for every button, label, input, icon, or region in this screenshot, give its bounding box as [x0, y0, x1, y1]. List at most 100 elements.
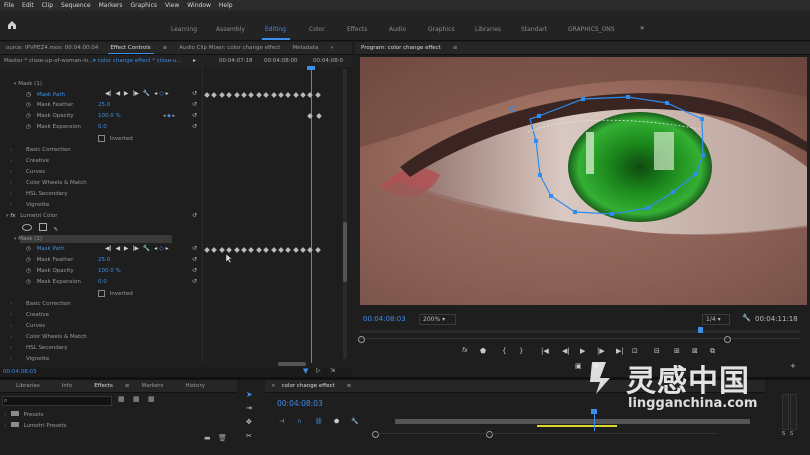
tabs-overflow-icon[interactable]: »	[324, 45, 339, 51]
menu-item-window[interactable]: Window	[183, 2, 215, 9]
keyframe-diamond[interactable]	[218, 92, 225, 98]
lumetri-section-hsl-secondary[interactable]: › HSL Secondary	[10, 345, 68, 351]
lumetri-section-hsl-secondary[interactable]: › HSL Secondary	[10, 191, 68, 197]
solo-right-label[interactable]: S	[790, 431, 793, 437]
workspace-graphics-ons[interactable]: GRAPHICS_ONS	[568, 26, 615, 33]
tab-metadata[interactable]: Metadata	[286, 45, 324, 51]
keyframe-nav-icon[interactable]: ◂	[154, 245, 157, 252]
workspace-standart[interactable]: Standart	[521, 26, 547, 33]
expand-chevron-icon[interactable]: ›	[10, 180, 12, 186]
menu-item-help[interactable]: Help	[215, 2, 237, 9]
program-mini-timeline[interactable]	[360, 330, 800, 333]
track-back-frame-icon[interactable]: ◀	[115, 245, 120, 252]
lumetri-section-creative[interactable]: › Creative	[10, 158, 49, 164]
track-backward-icon[interactable]: ◀|	[105, 245, 112, 252]
track-forward-frame-icon[interactable]: ▶	[124, 90, 129, 97]
tab-libraries[interactable]: Libraries	[0, 383, 46, 389]
keyframe-diamond[interactable]	[292, 92, 299, 98]
expand-chevron-icon[interactable]: ›	[4, 423, 6, 429]
mask1-feather-value[interactable]: 25.0	[98, 102, 110, 108]
mask2-feather-value[interactable]: 25.0	[98, 257, 110, 263]
lumetri-section-color-wheels-match[interactable]: › Color Wheels & Match	[10, 180, 87, 186]
play-audio-icon[interactable]: ▷	[316, 367, 321, 374]
zoom-select[interactable]: 200% ▾	[419, 314, 457, 325]
mask2-header[interactable]: ▾ Mask (1)	[14, 236, 42, 242]
stopwatch-icon[interactable]: ◷	[26, 268, 31, 274]
effects-item-presets[interactable]: › Presets	[4, 411, 44, 418]
mask1-expansion-value[interactable]: 0.0	[98, 124, 107, 130]
lumetri-section-vignette[interactable]: › Vignette	[10, 356, 49, 362]
lumetri-section-curves[interactable]: › Curves	[10, 323, 45, 329]
ec-vertical-scrollbar[interactable]	[343, 69, 347, 359]
reset-icon[interactable]: ↺	[192, 101, 197, 108]
master-clip-label[interactable]: Master * close-up-of-woman-in...	[4, 58, 94, 64]
mask1-opacity-keyframe-nav[interactable]: ◂ ◆ ▸	[163, 113, 175, 119]
resolution-select[interactable]: 1/4 ▾	[702, 314, 730, 325]
filter-icon[interactable]: ▼	[303, 367, 308, 375]
lumetri-section-curves[interactable]: › Curves	[10, 169, 45, 175]
reset-icon[interactable]: ↺	[192, 278, 197, 285]
inverted-checkbox[interactable]	[98, 290, 105, 297]
lift-icon[interactable]: ⊟	[654, 347, 660, 355]
insert-icon[interactable]: ⊡	[632, 347, 638, 355]
loop-icon[interactable]: ⇲	[330, 367, 335, 374]
reset-icon[interactable]: ↺	[192, 256, 197, 263]
go-to-out-icon[interactable]: ▶|	[616, 347, 624, 355]
program-timecode[interactable]: 00:04:08:03	[363, 315, 406, 323]
menu-item-view[interactable]: View	[161, 2, 183, 9]
keyframe-diamond[interactable]	[285, 92, 292, 98]
tab-audio-clip-mixer[interactable]: Audio Clip Mixer: color change effect	[173, 45, 286, 51]
menu-item-file[interactable]: File	[0, 2, 18, 9]
tab-effects[interactable]: Effects	[78, 383, 119, 389]
settings-wrench-icon[interactable]: 🔧	[742, 314, 751, 322]
ellipse-mask-icon[interactable]	[22, 224, 32, 231]
panel-menu-icon[interactable]: ≡	[447, 45, 464, 51]
lumetri-section-basic-correction[interactable]: › Basic Correction	[10, 301, 71, 307]
workspace-assembly[interactable]: Assembly	[216, 26, 245, 33]
keyframe-diamond[interactable]	[307, 92, 314, 98]
reset-icon[interactable]: ↺	[192, 267, 197, 274]
fx-icon[interactable]: fx	[462, 347, 468, 354]
add-marker-icon[interactable]: ⬟	[480, 347, 486, 355]
keyframe-diamond[interactable]	[226, 92, 233, 98]
camera-icon[interactable]: ▣	[575, 362, 582, 370]
ripple-edit-tool-icon[interactable]: ✥	[246, 418, 252, 426]
solo-left-label[interactable]: S	[782, 431, 785, 437]
keyframe-diamond[interactable]	[315, 92, 321, 98]
opacity-keyframe[interactable]	[316, 113, 322, 119]
play-button[interactable]: ▶	[580, 347, 585, 355]
stopwatch-icon[interactable]: ◷	[26, 124, 31, 130]
wrench-icon[interactable]: 🔧	[143, 90, 150, 97]
keyframe-next-icon[interactable]: ▸	[166, 90, 169, 97]
keyframe-diamond[interactable]	[278, 247, 284, 253]
step-back-icon[interactable]: ◀|	[562, 347, 570, 355]
ec-current-time[interactable]: 00:04:08:03	[3, 369, 37, 375]
menu-item-clip[interactable]: Clip	[38, 2, 57, 9]
ec-scroll-thumb[interactable]	[343, 222, 347, 282]
effects-search-input[interactable]: ⌕	[2, 396, 112, 406]
menu-item-markers[interactable]: Markers	[95, 2, 127, 9]
track-backward-icon[interactable]: ◀|	[105, 90, 112, 97]
stopwatch-icon[interactable]: ◷	[26, 246, 31, 252]
workspace-effects[interactable]: Effects	[347, 26, 367, 33]
clip-dropdown[interactable]: ▾ color change effect * close-u...	[93, 58, 182, 64]
track-forward-icon[interactable]: |▶	[132, 245, 139, 252]
keyframe-diamond[interactable]	[285, 247, 292, 253]
accelerated-effects-icon[interactable]: ▦	[118, 395, 125, 403]
export-frame-icon[interactable]: ⧉	[710, 347, 715, 356]
collapse-chevron-icon[interactable]: ▾	[14, 236, 17, 242]
reset-icon[interactable]: ↺	[192, 245, 197, 252]
timeline-timecode[interactable]: 00:04:08:03	[277, 399, 323, 408]
add-keyframe-icon[interactable]: ◇	[159, 245, 164, 252]
mask2-opacity-value[interactable]: 100.0 %	[98, 268, 121, 274]
panel-menu-icon[interactable]: ≡	[157, 45, 174, 51]
keyframe-diamond[interactable]	[211, 92, 218, 98]
program-video-frame[interactable]	[360, 57, 807, 305]
stopwatch-icon[interactable]: ◷	[26, 102, 31, 108]
workspace-color[interactable]: Color	[309, 26, 325, 33]
inverted-checkbox[interactable]	[98, 135, 105, 142]
expand-chevron-icon[interactable]: ›	[10, 191, 12, 197]
linked-selection-icon[interactable]: ⛓	[315, 418, 323, 425]
keyframe-diamond[interactable]	[241, 92, 247, 98]
tab-effect-controls[interactable]: Effect Controls	[104, 45, 156, 51]
